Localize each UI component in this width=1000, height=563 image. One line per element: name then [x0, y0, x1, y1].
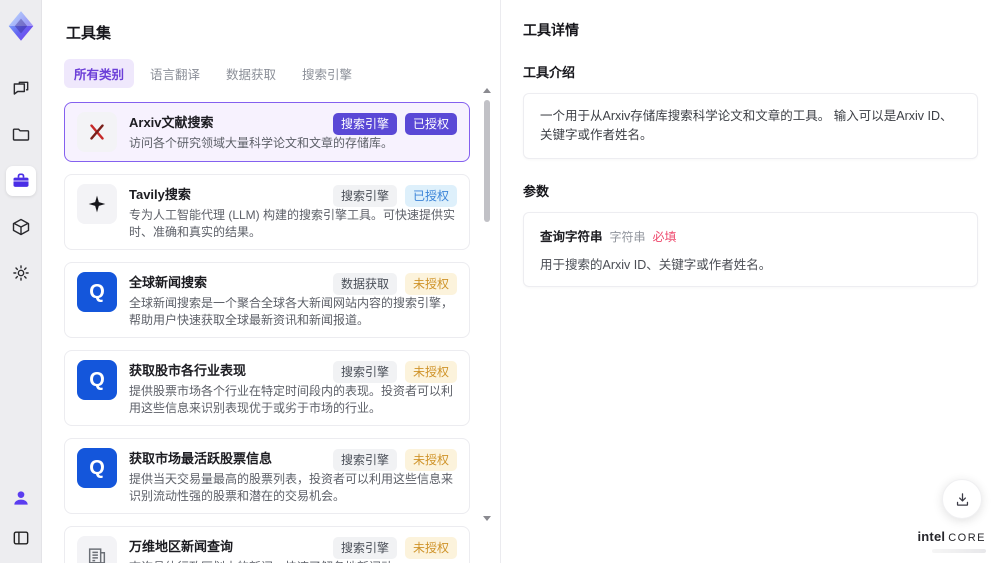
- quark-icon: Q: [77, 448, 117, 488]
- scrollbar-down-arrow[interactable]: [483, 516, 491, 521]
- category-badge: 搜索引擎: [332, 449, 397, 471]
- core-text: CORE: [948, 532, 986, 544]
- tool-description: 访问各个研究领域大量科学论文和文章的存储库。: [129, 136, 394, 150]
- auth-status-badge: 已授权: [404, 185, 457, 207]
- brand-gradient-bar: [932, 549, 986, 553]
- tool-card-2[interactable]: Tavily搜索 专为人工智能代理 (LLM) 构建的搜索引擎工具。可快速提供实时…: [64, 174, 470, 250]
- tool-card-5[interactable]: Q 获取市场最活跃股票信息 提供当天交易量最高的股票列表，投资者可以利用这些信息来识…: [64, 438, 470, 514]
- tool-description: 提供股票市场各个行业在特定时间段内的表现。投资者可以利用这些信息来识别表现优于或…: [129, 384, 454, 415]
- tools-list-panel: 工具集 所有类别 语言翻译 数据获取 搜索引擎 Arxiv文献搜索 访问各个研究领域大量…: [42, 0, 500, 563]
- tool-cards: Arxiv文献搜索 访问各个研究领域大量科学论文和文章的存储库。 搜索引擎 已授权 Ta…: [64, 102, 470, 563]
- intro-box: 一个用于从Arxiv存储库搜索科学论文和文章的工具。 输入可以是Arxiv ID…: [523, 93, 978, 159]
- download-icon: [956, 492, 968, 506]
- chat-icon: [13, 81, 28, 95]
- newspaper-icon: [77, 536, 117, 563]
- folder-icon: [12, 128, 29, 141]
- gem-logo-icon: [8, 11, 33, 41]
- param-type: 字符串: [609, 229, 646, 244]
- auth-status-badge: 未授权: [404, 361, 457, 383]
- tool-description: 提供当天交易量最高的股票列表，投资者可以利用这些信息来识别流动性强的股票和潜在的…: [129, 472, 454, 503]
- scrollbar-thumb[interactable]: [484, 100, 490, 222]
- tab-search[interactable]: 搜索引擎: [292, 59, 362, 88]
- auth-status-badge: 未授权: [404, 449, 457, 471]
- list-scrollbar[interactable]: [483, 88, 491, 521]
- tool-card-6[interactable]: 万维地区新闻查询查询具体行政区划内的新闻，快速了解各地新闻动搜索引擎未授权: [64, 526, 470, 563]
- cube-icon: [12, 218, 29, 236]
- tool-badges: 数据获取 未授权: [332, 273, 457, 295]
- scrollbar-up-arrow[interactable]: [483, 88, 491, 93]
- intel-text: intel: [917, 529, 946, 544]
- category-tabs: 所有类别 语言翻译 数据获取 搜索引擎: [64, 59, 470, 88]
- category-badge: 搜索引擎: [332, 185, 397, 207]
- sidebar: [0, 0, 42, 563]
- params-title: 参数: [523, 183, 550, 199]
- tool-badges: 搜索引擎 已授权: [332, 185, 457, 207]
- sidebar-bottom: [6, 483, 36, 553]
- tab-data[interactable]: 数据获取: [216, 59, 286, 88]
- details-title: 工具详情: [523, 22, 579, 38]
- intro-title: 工具介绍: [523, 65, 576, 80]
- param-description: 用于搜索的Arxiv ID、关键字或作者姓名。: [540, 257, 772, 272]
- quark-icon: Q: [77, 272, 117, 312]
- quark-icon: Q: [77, 360, 117, 400]
- tool-card-4[interactable]: Q 获取股市各行业表现 提供股票市场各个行业在特定时间段内的表现。投资者可以利用这些…: [64, 350, 470, 426]
- download-button[interactable]: [942, 479, 982, 519]
- sidebar-item-files[interactable]: [6, 120, 36, 150]
- param-box: 查询字符串 字符串 必填 用于搜索的Arxiv ID、关键字或作者姓名。: [523, 211, 978, 287]
- param-name: 查询字符串: [540, 229, 603, 244]
- category-badge: 搜索引擎: [332, 537, 397, 559]
- app-window: 工具集 所有类别 语言翻译 数据获取 搜索引擎 Arxiv文献搜索 访问各个研究领域大量…: [0, 0, 1000, 563]
- tool-badges: 搜索引擎 已授权: [332, 113, 457, 135]
- panel-toggle-icon: [13, 531, 28, 545]
- sidebar-nav: [5, 74, 36, 288]
- category-badge: 搜索引擎: [332, 361, 397, 383]
- tool-badges: 搜索引擎 未授权: [332, 361, 457, 383]
- tavily-icon: [77, 184, 117, 224]
- briefcase-icon: [13, 173, 28, 187]
- sidebar-item-models[interactable]: [6, 212, 36, 242]
- tool-description: 查询具体行政区划内的新闻，快速了解各地新闻动: [129, 559, 457, 563]
- intro-text: 一个用于从Arxiv存储库搜索科学论文和文章的工具。 输入可以是Arxiv ID…: [540, 109, 953, 142]
- tool-card-3[interactable]: Q 全球新闻搜索 全球新闻搜索是一个聚合全球各大新闻网站内容的搜索引擎，帮助用户快速…: [64, 262, 470, 338]
- tool-description: 专为人工智能代理 (LLM) 构建的搜索引擎工具。可快速提供实时、准确和真实的结…: [129, 208, 456, 239]
- category-badge: 搜索引擎: [332, 113, 397, 135]
- tool-badges: 搜索引擎 未授权: [332, 449, 457, 471]
- category-badge: 数据获取: [332, 273, 397, 295]
- app-logo[interactable]: [6, 10, 36, 42]
- sidebar-item-settings[interactable]: [6, 258, 36, 288]
- user-icon: [13, 491, 28, 505]
- tab-all[interactable]: 所有类别: [64, 59, 135, 88]
- param-required-badge: 必填: [652, 229, 677, 244]
- page-title: 工具集: [66, 25, 112, 42]
- sidebar-item-collapse[interactable]: [6, 523, 36, 553]
- sidebar-item-chat[interactable]: [6, 74, 36, 104]
- tool-details-panel: 工具详情 工具介绍 一个用于从Arxiv存储库搜索科学论文和文章的工具。 输入可…: [500, 0, 1000, 563]
- auth-status-badge: 未授权: [404, 273, 457, 295]
- sidebar-item-tools[interactable]: [5, 166, 36, 196]
- auth-status-badge: 未授权: [404, 537, 457, 559]
- tool-badges: 搜索引擎 未授权: [332, 537, 457, 559]
- param-header: 查询字符串 字符串 必填: [540, 226, 961, 245]
- gear-icon: [12, 265, 29, 281]
- auth-status-badge: 已授权: [404, 113, 457, 135]
- tab-translate[interactable]: 语言翻译: [140, 59, 210, 88]
- intel-core-logo: intel CORE: [917, 528, 986, 553]
- tool-description: 全球新闻搜索是一个聚合全球各大新闻网站内容的搜索引擎，帮助用户快速获取全球最新资…: [129, 296, 454, 327]
- arxiv-icon: [77, 112, 117, 152]
- tool-card-1[interactable]: Arxiv文献搜索 访问各个研究领域大量科学论文和文章的存储库。 搜索引擎 已授权: [64, 102, 470, 162]
- sidebar-item-user[interactable]: [6, 483, 36, 513]
